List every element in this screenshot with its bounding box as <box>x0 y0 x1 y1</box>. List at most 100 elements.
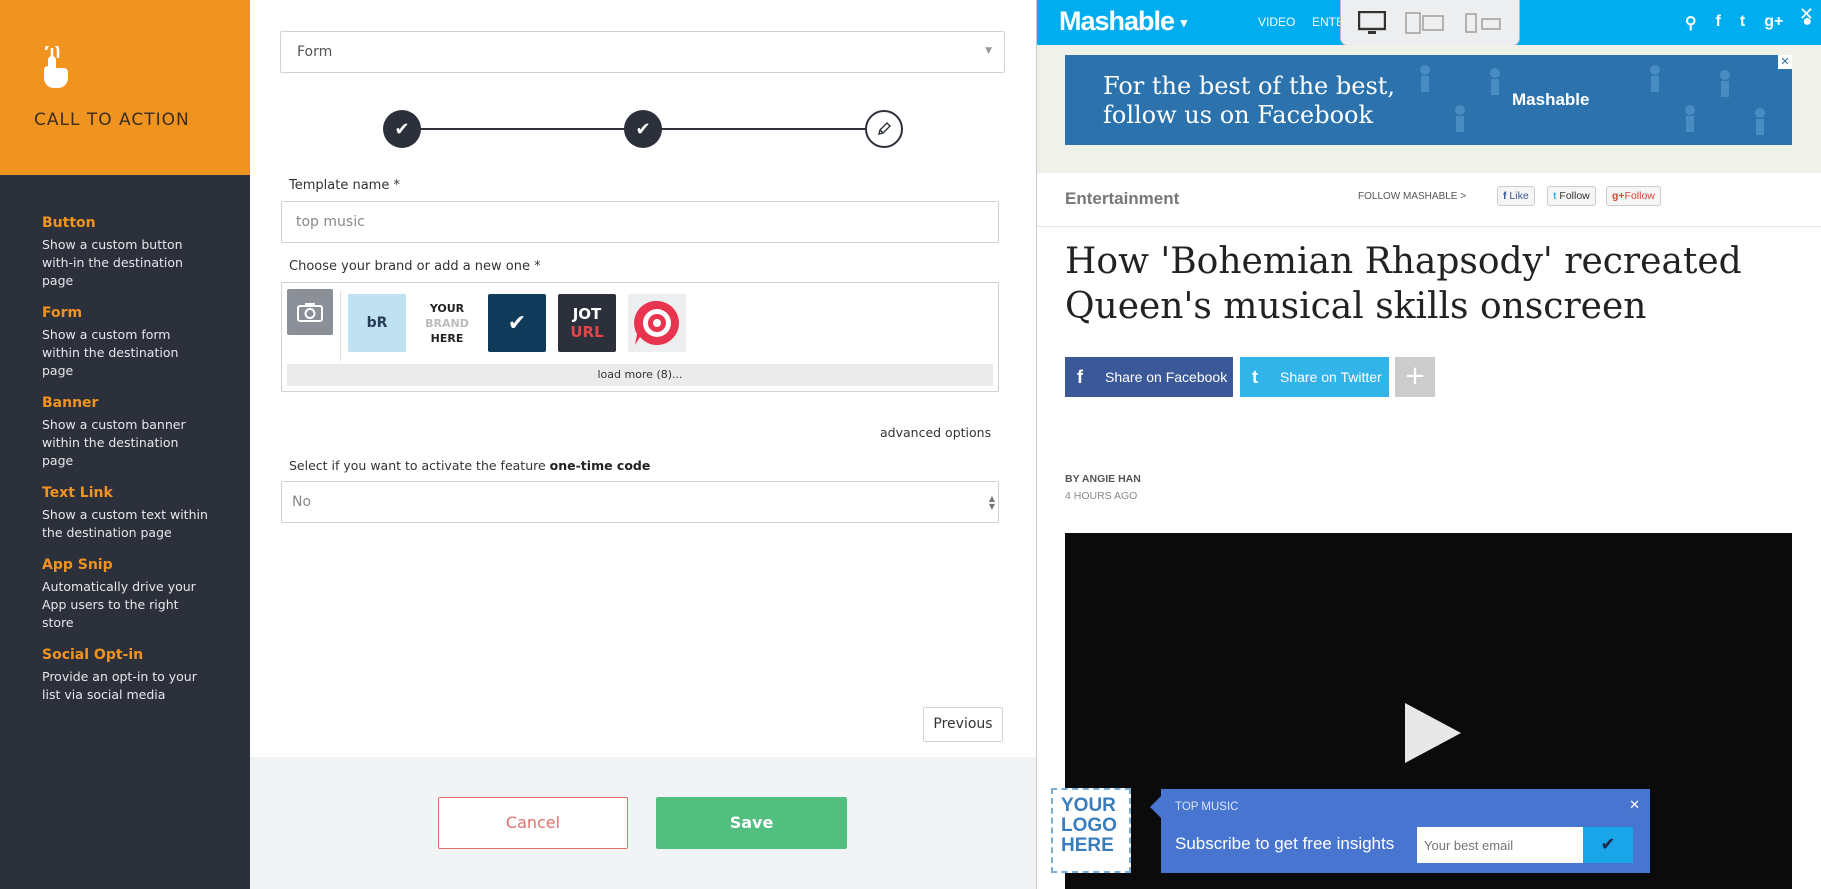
google-plus-icon[interactable]: g+ <box>1764 13 1783 33</box>
cancel-button[interactable]: Cancel <box>438 797 628 849</box>
cta-form-box: TOP MUSIC ✕ Subscribe to get free insigh… <box>1161 789 1650 873</box>
cta-logo-line3: HERE <box>1061 835 1114 856</box>
sidebar-item-name: Button <box>42 215 96 231</box>
sidebar-item-app-snip[interactable]: App Snip Automatically drive your App us… <box>0 557 250 632</box>
template-name-input[interactable]: top music <box>281 201 999 243</box>
brand-logo-1[interactable]: bR <box>348 294 406 352</box>
pencil-icon <box>878 122 891 135</box>
sidebar-item-name: Form <box>42 305 83 321</box>
site-logo[interactable]: Mashable ▾ <box>1059 6 1187 37</box>
facebook-ad-banner[interactable]: For the best of the best, follow us on F… <box>1065 55 1792 145</box>
brand-label: Choose your brand or add a new one * <box>289 259 541 274</box>
add-brand-camera-icon[interactable] <box>287 289 333 335</box>
brand-logo-selected-check-icon[interactable]: ✔ <box>488 294 546 352</box>
twitter-icon[interactable]: t <box>1740 13 1745 33</box>
sidebar-item-name: Text Link <box>42 485 113 501</box>
otc-prefix: Select if you want to activate the featu… <box>289 458 550 473</box>
ad-line-1: For the best of the best, <box>1103 72 1396 100</box>
ad-close-icon[interactable]: ✕ <box>1778 55 1792 69</box>
sidebar: CALL TO ACTION Button Show a custom butt… <box>0 0 250 889</box>
step-1-check-icon[interactable]: ✔ <box>383 110 421 148</box>
load-more-brands-button[interactable]: load more (8)... <box>287 364 993 386</box>
ad-line-2: follow us on Facebook <box>1103 101 1374 129</box>
brand-logo-2-text: YOUR BRAND HERE <box>425 301 469 346</box>
mobile-icon[interactable] <box>1464 12 1502 33</box>
brand-logo-your-brand[interactable]: YOUR BRAND HERE <box>418 294 476 352</box>
brand-logo-4-text: JOT URL <box>570 305 603 341</box>
category-label[interactable]: Entertainment <box>1065 189 1179 209</box>
one-time-code-value: No <box>292 494 312 510</box>
share-twitter-button[interactable]: t Share on Twitter <box>1240 357 1389 397</box>
step-3-pencil-icon[interactable] <box>865 110 903 148</box>
step-2-check-icon[interactable]: ✔ <box>624 110 662 148</box>
cta-logo-line1: YOUR <box>1061 795 1116 816</box>
cta-logo-line2: LOGO <box>1061 815 1117 836</box>
sidebar-item-text-link[interactable]: Text Link Show a custom text within the … <box>0 485 250 542</box>
brand-logo-1-text: bR <box>366 315 388 331</box>
form-panel: Form ▼ ✔ ✔ Template name * top music Cho… <box>250 0 1036 889</box>
share-facebook-button[interactable]: f Share on Facebook <box>1065 357 1233 397</box>
follow-mashable-text[interactable]: FOLLOW MASHABLE > <box>1358 191 1466 202</box>
facebook-icon: f <box>1077 367 1083 387</box>
otc-bold: one-time code <box>549 458 651 473</box>
desktop-icon[interactable] <box>1358 10 1387 35</box>
one-time-code-label: Select if you want to activate the featu… <box>289 458 650 473</box>
sidebar-item-form[interactable]: Form Show a custom form within the desti… <box>0 305 250 380</box>
facebook-like-button[interactable]: f Like <box>1497 186 1535 206</box>
sidebar-item-desc: Show a custom text within the destinatio… <box>42 507 208 540</box>
article-time: 4 HOURS AGO <box>1065 490 1138 502</box>
article-byline: BY ANGIE HAN <box>1065 473 1141 485</box>
brand-logo-2-line1: YOUR <box>429 301 465 315</box>
cta-email-input[interactable] <box>1417 827 1583 863</box>
sidebar-item-social-opt-in[interactable]: Social Opt-in Provide an opt-in to your … <box>0 647 250 704</box>
sidebar-item-desc: Show a custom banner within the destinat… <box>42 417 186 468</box>
sidebar-item-name: Social Opt-in <box>42 647 144 663</box>
ad-text: For the best of the best, follow us on F… <box>1103 72 1395 130</box>
brand-logo-target-icon[interactable] <box>628 294 686 352</box>
form-footer: Cancel Save <box>250 757 1036 889</box>
search-icon[interactable]: ⚲ <box>1685 13 1697 33</box>
share-facebook-label: Share on Facebook <box>1105 369 1228 385</box>
app-root: CALL TO ACTION Button Show a custom butt… <box>0 0 1821 889</box>
article-headline[interactable]: How 'Bohemian Rhapsody' recreated Queen'… <box>1065 239 1785 329</box>
sidebar-item-button[interactable]: Button Show a custom button with-in the … <box>0 215 250 290</box>
device-switcher <box>1340 0 1520 46</box>
cta-your-logo: YOUR LOGO HERE <box>1051 788 1131 873</box>
chevron-down-icon: ▼ <box>985 46 992 56</box>
share-twitter-label: Share on Twitter <box>1280 369 1382 385</box>
facebook-icon[interactable]: f <box>1716 13 1721 33</box>
cta-type-value: Form <box>297 44 333 60</box>
brand-logo-2-line3: HERE <box>430 331 464 345</box>
fb-like-label: Like <box>1509 190 1529 202</box>
twitter-follow-button[interactable]: t Follow <box>1547 186 1596 206</box>
sidebar-title: CALL TO ACTION <box>34 110 190 130</box>
advanced-options-link[interactable]: advanced options <box>880 425 991 440</box>
tw-follow-label: Follow <box>1559 190 1590 202</box>
one-time-code-select[interactable]: No ▲ ▼ <box>281 481 999 523</box>
sidebar-item-desc: Show a custom button with-in the destina… <box>42 237 183 288</box>
sidebar-item-desc: Provide an opt-in to your list via socia… <box>42 669 197 702</box>
cta-type-select[interactable]: Form ▼ <box>280 31 1005 73</box>
template-name-label: Template name * <box>289 178 400 193</box>
share-more-plus-icon[interactable]: + <box>1395 357 1435 397</box>
brand-logo-4-line2: URL <box>570 323 604 341</box>
divider <box>340 291 341 361</box>
updown-arrow-icon: ▲ ▼ <box>988 494 995 511</box>
sidebar-item-desc: Automatically drive your App users to th… <box>42 579 196 630</box>
google-plus-follow-button[interactable]: g+Follow <box>1606 186 1661 206</box>
caret-down-icon: ▾ <box>1180 14 1187 30</box>
sidebar-header: CALL TO ACTION <box>0 0 250 175</box>
nav-video[interactable]: VIDEO <box>1258 15 1295 29</box>
previous-button[interactable]: Previous <box>923 707 1003 742</box>
close-preview-icon[interactable]: ✕ <box>1799 4 1814 25</box>
sidebar-item-banner[interactable]: Banner Show a custom banner within the d… <box>0 395 250 470</box>
brand-logo-jotul[interactable]: JOT URL <box>558 294 616 352</box>
cta-subtitle: Subscribe to get free insights <box>1175 834 1395 853</box>
play-icon[interactable] <box>1405 703 1461 763</box>
brand-logo-4-line1: JOT <box>572 305 602 323</box>
cta-submit-check-icon[interactable]: ✔ <box>1583 827 1633 863</box>
tablet-icon[interactable] <box>1405 11 1445 34</box>
cta-close-icon[interactable]: ✕ <box>1629 798 1640 813</box>
section-row: Entertainment FOLLOW MASHABLE > f Like t… <box>1037 173 1821 227</box>
save-button[interactable]: Save <box>656 797 847 849</box>
